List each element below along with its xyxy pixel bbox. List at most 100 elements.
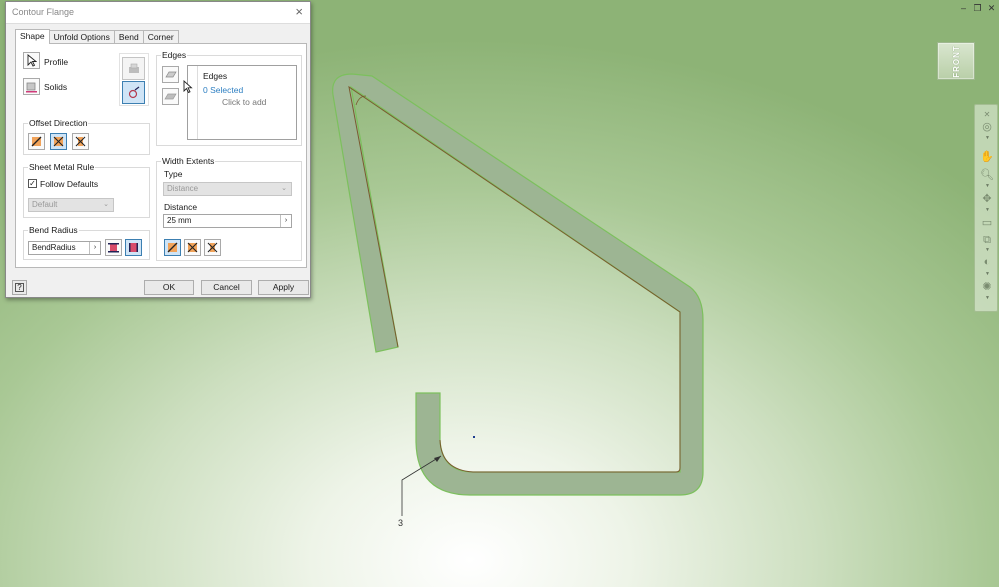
edges-group: Edges Edges 0 Selected Click to add — [156, 50, 302, 146]
offset-symmetric-icon — [75, 136, 86, 147]
edges-group-title: Edges — [161, 50, 188, 60]
select-mode-group — [119, 53, 149, 106]
offset-side-icon — [31, 136, 42, 147]
window-controls: – ❐ ✕ — [958, 3, 997, 13]
edges-list-header: Edges — [203, 71, 228, 81]
direction-symmetric-icon — [207, 242, 218, 253]
direction-flip-icon — [187, 242, 198, 253]
help-icon: ? — [15, 283, 24, 292]
chevron-down-icon: ⌄ — [103, 201, 109, 208]
profile-label: Profile — [44, 57, 69, 67]
edges-selected-count[interactable]: 0 Selected — [203, 85, 243, 95]
sketch-point — [473, 436, 475, 438]
solids-label: Solids — [44, 82, 68, 92]
loop-select-button[interactable] — [162, 88, 179, 105]
zoom-icon[interactable]: 🔍︎ — [980, 167, 994, 181]
type-label: Type — [164, 169, 183, 179]
tab-unfold-options[interactable]: Unfold Options — [48, 30, 115, 44]
loop-select-icon — [164, 93, 177, 100]
match-shape-button[interactable] — [122, 81, 145, 104]
edges-list[interactable]: Edges 0 Selected Click to add — [187, 65, 297, 140]
shape-tab-panel: Profile Solids Offset Direction Sheet Me… — [15, 43, 307, 268]
width-extents-group: Width Extents Type Distance ⌄ Distance 2… — [156, 156, 302, 261]
edges-add-hint[interactable]: Click to add — [222, 97, 266, 107]
type-select[interactable]: Distance ⌄ — [163, 182, 292, 196]
offset-side-2-button[interactable] — [50, 133, 67, 150]
pan-icon[interactable]: ✋ — [980, 149, 994, 163]
offset-symmetric-button[interactable] — [72, 133, 89, 150]
edge-select-button[interactable] — [162, 66, 179, 83]
direction-symmetric-button[interactable] — [204, 239, 221, 256]
dimension-label[interactable]: 3 — [398, 518, 403, 528]
dialog-titlebar[interactable]: Contour Flange × — [6, 2, 310, 24]
minimize-icon[interactable]: – — [958, 3, 969, 13]
sheet-metal-rule-value: Default — [32, 200, 58, 209]
view-face-icon[interactable]: ▭ — [980, 215, 994, 229]
mouse-cursor-icon — [183, 80, 193, 94]
profile-sketch-line — [348, 85, 681, 473]
dialog-title: Contour Flange — [12, 7, 75, 17]
bend-edge-alt-icon — [129, 243, 138, 252]
chevron-down-icon[interactable]: ▼ — [985, 295, 990, 301]
direction-side-icon — [167, 242, 178, 253]
bend-radius-option-2-button[interactable] — [125, 239, 142, 256]
tab-strip: Shape Unfold Options Bend Corner — [15, 29, 179, 44]
profile-select-button[interactable] — [23, 52, 40, 69]
chevron-down-icon[interactable]: ▼ — [985, 135, 990, 141]
bend-radius-field[interactable]: BendRadius › — [28, 241, 101, 255]
ok-button[interactable]: OK — [144, 280, 194, 295]
edges-list-gutter — [188, 66, 198, 139]
sheet-metal-rule-select[interactable]: Default ⌄ — [28, 198, 114, 212]
viewcube[interactable]: FRONT — [937, 42, 975, 80]
steering-wheel-icon[interactable]: ◎ — [980, 119, 994, 133]
apply-button[interactable]: Apply — [258, 280, 309, 295]
sheet-metal-rule-group: Sheet Metal Rule ✓ Follow Defaults Defau… — [23, 162, 150, 218]
chevron-down-icon[interactable]: ▼ — [985, 207, 990, 213]
type-value: Distance — [167, 184, 199, 193]
viewcube-face-label: FRONT — [951, 44, 961, 78]
help-button[interactable]: ? — [12, 280, 27, 295]
contour-flange-preview[interactable] — [332, 73, 704, 496]
chevron-down-icon[interactable]: ▼ — [985, 183, 990, 189]
bend-edge-icon — [108, 243, 119, 253]
solids-icon — [26, 82, 37, 93]
chevron-right-icon[interactable]: › — [280, 215, 291, 227]
navigation-bar: ✕ ◎ ▼ ✋ 🔍︎ ▼ ✥ ▼ ▭ ⧉ ▼ ◐ ▼ ✺ ▼ — [974, 104, 998, 312]
cancel-button[interactable]: Cancel — [201, 280, 252, 295]
distance-field[interactable]: 25 mm › — [163, 214, 292, 228]
orbit-icon[interactable]: ✥ — [980, 191, 994, 205]
distance-value: 25 mm — [167, 216, 192, 225]
chevron-down-icon[interactable]: ▼ — [985, 271, 990, 277]
follow-defaults-label: Follow Defaults — [40, 179, 99, 189]
look-icon[interactable]: ◐ — [980, 255, 994, 269]
settings-icon[interactable]: ✺ — [980, 279, 994, 293]
offset-side-1-button[interactable] — [28, 133, 45, 150]
edge-select-icon — [165, 71, 177, 78]
restore-icon[interactable]: ❐ — [972, 3, 983, 13]
offset-direction-title: Offset Direction — [28, 118, 89, 128]
chevron-down-icon[interactable]: ▼ — [985, 247, 990, 253]
solids-select-button[interactable] — [23, 78, 40, 95]
bend-radius-value: BendRadius — [32, 243, 76, 252]
follow-defaults-checkbox[interactable]: ✓ — [28, 179, 37, 188]
printer-part-button[interactable] — [122, 57, 145, 80]
distance-label: Distance — [164, 202, 198, 212]
tab-shape[interactable]: Shape — [15, 29, 50, 44]
cursor-arrow-icon — [27, 54, 37, 67]
width-extents-title: Width Extents — [161, 156, 216, 166]
contour-flange-dialog: Contour Flange × Shape Unfold Options Be… — [5, 1, 311, 298]
chevron-down-icon: ⌄ — [281, 185, 287, 192]
tab-bend[interactable]: Bend — [113, 30, 144, 44]
offset-flip-icon — [53, 136, 64, 147]
direction-2-button[interactable] — [184, 239, 201, 256]
bend-radius-option-1-button[interactable] — [105, 239, 122, 256]
tab-corner[interactable]: Corner — [142, 30, 179, 44]
match-shape-icon — [128, 86, 139, 98]
part-icon — [128, 63, 139, 73]
sheet-metal-rule-title: Sheet Metal Rule — [28, 162, 96, 172]
close-icon[interactable]: × — [295, 4, 303, 19]
close-icon[interactable]: ✕ — [986, 3, 997, 13]
direction-1-button[interactable] — [164, 239, 181, 256]
full-navigation-wheel-icon[interactable]: ⧉ — [980, 233, 994, 247]
chevron-right-icon[interactable]: › — [89, 242, 100, 254]
